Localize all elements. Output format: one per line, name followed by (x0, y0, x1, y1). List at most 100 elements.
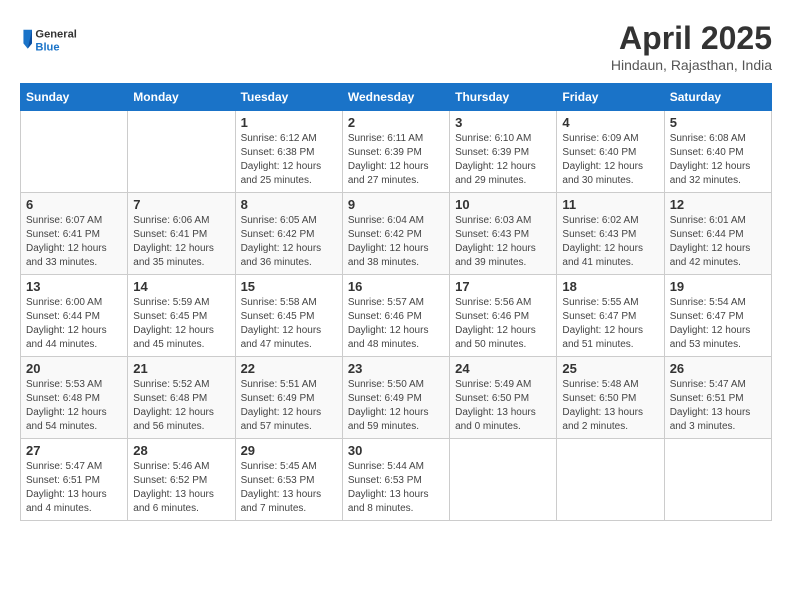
sunset: Sunset: 6:45 PM (241, 311, 315, 322)
daylight: Daylight: 12 hours and 59 minutes. (348, 407, 429, 432)
sunset: Sunset: 6:53 PM (241, 475, 315, 486)
sunrise: Sunrise: 5:56 AM (455, 297, 531, 308)
day-info: Sunrise: 6:05 AM Sunset: 6:42 PM Dayligh… (241, 214, 337, 270)
day-info: Sunrise: 6:01 AM Sunset: 6:44 PM Dayligh… (670, 214, 766, 270)
daylight: Daylight: 12 hours and 38 minutes. (348, 243, 429, 268)
sunset: Sunset: 6:47 PM (562, 311, 636, 322)
header-saturday: Saturday (664, 84, 771, 111)
calendar-cell: 10 Sunrise: 6:03 AM Sunset: 6:43 PM Dayl… (450, 193, 557, 275)
calendar-cell: 5 Sunrise: 6:08 AM Sunset: 6:40 PM Dayli… (664, 111, 771, 193)
sunset: Sunset: 6:43 PM (455, 229, 529, 240)
sunrise: Sunrise: 5:50 AM (348, 379, 424, 390)
sunrise: Sunrise: 6:05 AM (241, 215, 317, 226)
sunrise: Sunrise: 6:03 AM (455, 215, 531, 226)
day-number: 16 (348, 279, 444, 294)
logo-svg: General Blue (20, 20, 80, 60)
day-number: 4 (562, 115, 658, 130)
daylight: Daylight: 12 hours and 35 minutes. (133, 243, 214, 268)
day-number: 15 (241, 279, 337, 294)
daylight: Daylight: 12 hours and 33 minutes. (26, 243, 107, 268)
day-number: 18 (562, 279, 658, 294)
header-sunday: Sunday (21, 84, 128, 111)
daylight: Daylight: 12 hours and 53 minutes. (670, 325, 751, 350)
day-info: Sunrise: 5:56 AM Sunset: 6:46 PM Dayligh… (455, 296, 551, 352)
day-info: Sunrise: 5:59 AM Sunset: 6:45 PM Dayligh… (133, 296, 229, 352)
calendar-cell: 1 Sunrise: 6:12 AM Sunset: 6:38 PM Dayli… (235, 111, 342, 193)
day-info: Sunrise: 6:09 AM Sunset: 6:40 PM Dayligh… (562, 132, 658, 188)
sunrise: Sunrise: 5:53 AM (26, 379, 102, 390)
title-block: April 2025 Hindaun, Rajasthan, India (611, 20, 772, 73)
calendar-cell: 30 Sunrise: 5:44 AM Sunset: 6:53 PM Dayl… (342, 439, 449, 521)
svg-text:Blue: Blue (35, 41, 59, 53)
calendar-cell: 26 Sunrise: 5:47 AM Sunset: 6:51 PM Dayl… (664, 357, 771, 439)
sunset: Sunset: 6:42 PM (241, 229, 315, 240)
week-row-1: 1 Sunrise: 6:12 AM Sunset: 6:38 PM Dayli… (21, 111, 772, 193)
calendar-cell: 27 Sunrise: 5:47 AM Sunset: 6:51 PM Dayl… (21, 439, 128, 521)
sunset: Sunset: 6:50 PM (455, 393, 529, 404)
day-info: Sunrise: 6:02 AM Sunset: 6:43 PM Dayligh… (562, 214, 658, 270)
header-thursday: Thursday (450, 84, 557, 111)
sunrise: Sunrise: 5:54 AM (670, 297, 746, 308)
calendar-cell (557, 439, 664, 521)
sunset: Sunset: 6:42 PM (348, 229, 422, 240)
week-row-2: 6 Sunrise: 6:07 AM Sunset: 6:41 PM Dayli… (21, 193, 772, 275)
week-row-4: 20 Sunrise: 5:53 AM Sunset: 6:48 PM Dayl… (21, 357, 772, 439)
calendar-cell: 19 Sunrise: 5:54 AM Sunset: 6:47 PM Dayl… (664, 275, 771, 357)
sunset: Sunset: 6:46 PM (455, 311, 529, 322)
calendar-cell: 21 Sunrise: 5:52 AM Sunset: 6:48 PM Dayl… (128, 357, 235, 439)
sunset: Sunset: 6:46 PM (348, 311, 422, 322)
calendar-cell (664, 439, 771, 521)
daylight: Daylight: 12 hours and 42 minutes. (670, 243, 751, 268)
daylight: Daylight: 13 hours and 4 minutes. (26, 489, 107, 514)
day-info: Sunrise: 5:47 AM Sunset: 6:51 PM Dayligh… (670, 378, 766, 434)
daylight: Daylight: 12 hours and 29 minutes. (455, 161, 536, 186)
calendar-cell: 11 Sunrise: 6:02 AM Sunset: 6:43 PM Dayl… (557, 193, 664, 275)
sunrise: Sunrise: 5:57 AM (348, 297, 424, 308)
calendar-cell: 29 Sunrise: 5:45 AM Sunset: 6:53 PM Dayl… (235, 439, 342, 521)
sunset: Sunset: 6:40 PM (562, 147, 636, 158)
week-row-3: 13 Sunrise: 6:00 AM Sunset: 6:44 PM Dayl… (21, 275, 772, 357)
calendar-cell: 28 Sunrise: 5:46 AM Sunset: 6:52 PM Dayl… (128, 439, 235, 521)
day-info: Sunrise: 5:55 AM Sunset: 6:47 PM Dayligh… (562, 296, 658, 352)
sunrise: Sunrise: 5:55 AM (562, 297, 638, 308)
day-number: 14 (133, 279, 229, 294)
sunset: Sunset: 6:39 PM (348, 147, 422, 158)
day-number: 27 (26, 443, 122, 458)
day-number: 23 (348, 361, 444, 376)
day-number: 8 (241, 197, 337, 212)
calendar-cell: 9 Sunrise: 6:04 AM Sunset: 6:42 PM Dayli… (342, 193, 449, 275)
header-monday: Monday (128, 84, 235, 111)
daylight: Daylight: 12 hours and 41 minutes. (562, 243, 643, 268)
day-info: Sunrise: 5:51 AM Sunset: 6:49 PM Dayligh… (241, 378, 337, 434)
daylight: Daylight: 12 hours and 30 minutes. (562, 161, 643, 186)
sunset: Sunset: 6:50 PM (562, 393, 636, 404)
sunset: Sunset: 6:49 PM (241, 393, 315, 404)
day-number: 2 (348, 115, 444, 130)
daylight: Daylight: 13 hours and 8 minutes. (348, 489, 429, 514)
daylight: Daylight: 12 hours and 32 minutes. (670, 161, 751, 186)
sunset: Sunset: 6:44 PM (26, 311, 100, 322)
day-info: Sunrise: 6:11 AM Sunset: 6:39 PM Dayligh… (348, 132, 444, 188)
sunset: Sunset: 6:43 PM (562, 229, 636, 240)
daylight: Daylight: 12 hours and 45 minutes. (133, 325, 214, 350)
day-number: 10 (455, 197, 551, 212)
calendar-cell: 6 Sunrise: 6:07 AM Sunset: 6:41 PM Dayli… (21, 193, 128, 275)
day-number: 17 (455, 279, 551, 294)
week-row-5: 27 Sunrise: 5:47 AM Sunset: 6:51 PM Dayl… (21, 439, 772, 521)
day-number: 29 (241, 443, 337, 458)
daylight: Daylight: 12 hours and 44 minutes. (26, 325, 107, 350)
day-info: Sunrise: 6:06 AM Sunset: 6:41 PM Dayligh… (133, 214, 229, 270)
daylight: Daylight: 13 hours and 0 minutes. (455, 407, 536, 432)
sunset: Sunset: 6:51 PM (670, 393, 744, 404)
sunrise: Sunrise: 5:47 AM (26, 461, 102, 472)
calendar-header-row: SundayMondayTuesdayWednesdayThursdayFrid… (21, 84, 772, 111)
sunset: Sunset: 6:40 PM (670, 147, 744, 158)
daylight: Daylight: 12 hours and 36 minutes. (241, 243, 322, 268)
day-number: 3 (455, 115, 551, 130)
day-info: Sunrise: 5:44 AM Sunset: 6:53 PM Dayligh… (348, 460, 444, 516)
daylight: Daylight: 13 hours and 7 minutes. (241, 489, 322, 514)
sunrise: Sunrise: 5:44 AM (348, 461, 424, 472)
sunset: Sunset: 6:41 PM (133, 229, 207, 240)
sunrise: Sunrise: 6:11 AM (348, 133, 423, 144)
header-tuesday: Tuesday (235, 84, 342, 111)
